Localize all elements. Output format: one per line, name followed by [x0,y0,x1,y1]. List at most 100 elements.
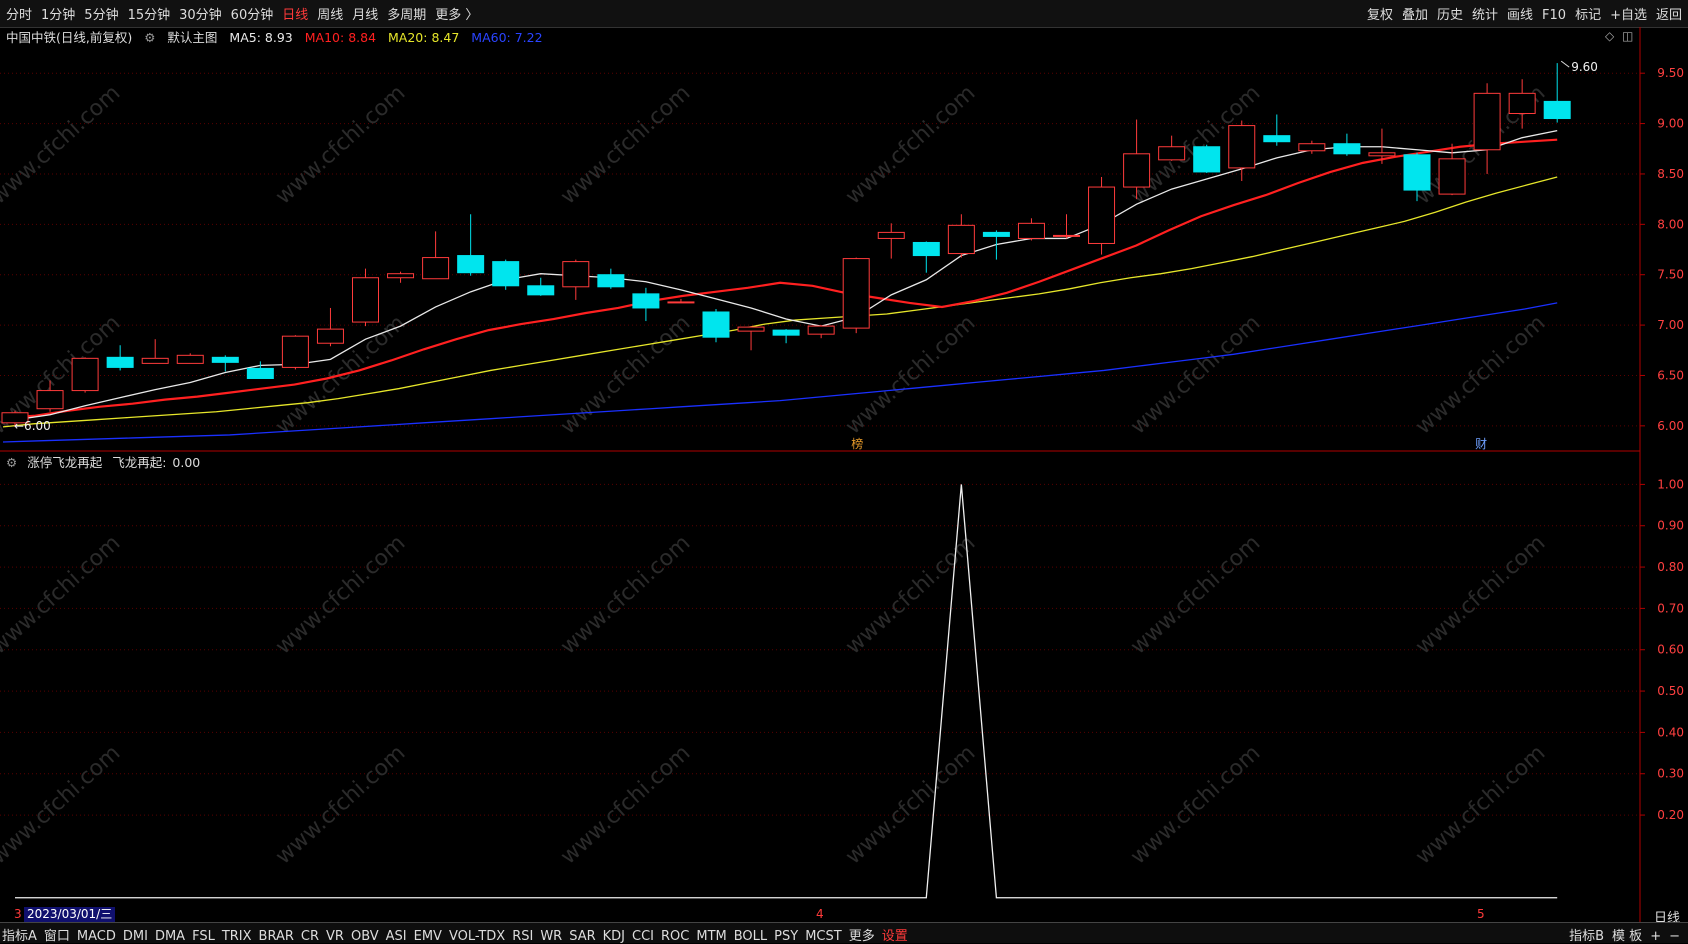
candle [912,241,940,273]
period-tabs: 分时 1分钟 5分钟 15分钟 30分钟 60分钟 日线 周线 月线 多周期 更多 〉 [6,4,487,23]
candle [1,410,29,427]
candle [492,259,520,290]
candle [1053,214,1080,239]
candle [1017,218,1045,241]
tool-button-1[interactable]: 叠加 [1402,8,1428,23]
candle-body-up [176,354,204,364]
candle [807,325,835,339]
period-tab-4[interactable]: 30分钟 [179,8,222,23]
watermark-text: www.cfchi.com [1126,741,1265,870]
candle-body-down [1263,135,1291,143]
ma20-line [2,176,1558,428]
candle [1193,144,1221,173]
candle [36,380,64,412]
watermark-text: www.cfchi.com [556,531,695,660]
candle-body-down [1193,146,1221,173]
tool-button-8[interactable]: 返回 [1656,8,1682,23]
candle-body-down [1543,100,1571,120]
period-tab-9[interactable]: 多周期 [387,8,426,23]
period-tab-0[interactable]: 分时 [6,8,32,23]
candle [1368,128,1396,164]
period-tab-1[interactable]: 1分钟 [41,8,75,23]
stock-title[interactable]: 中国中铁(日线,前复权) [6,30,132,45]
main-indicator-name[interactable]: 默认主图 [167,30,217,45]
window-icon: ◫ [1622,29,1633,43]
high-price-marker: 9.60 [1571,60,1598,74]
tool-button-4[interactable]: 画线 [1507,8,1533,23]
candle [1403,152,1431,202]
watermark-text: www.cfchi.com [1126,311,1265,440]
period-tab-6[interactable]: 日线 [282,8,308,23]
tool-button-6[interactable]: 标记 [1575,8,1601,23]
candle [772,329,800,344]
candle-body-down [632,293,660,309]
candle [1473,83,1501,174]
candle-body-up [316,328,344,344]
fly-dragon-line [15,484,1558,899]
candle-body-up [807,325,835,335]
ma10-label: MA10: [304,30,345,45]
tool-buttons: 复权 叠加 历史 统计 画线 F10 标记 +自选 返回 [1358,4,1682,23]
sub-axis-label: 0.40 [1657,725,1684,739]
candle-body-down [1333,143,1361,155]
candle-body-down [211,356,239,363]
period-tab-3[interactable]: 15分钟 [128,8,171,23]
sub-axis-label: 0.80 [1657,560,1684,574]
candle-body-up [1017,222,1045,239]
tool-button-3[interactable]: 统计 [1472,8,1498,23]
watermark-text: www.cfchi.com [1411,311,1550,440]
candle-body-up [1,412,29,424]
month-tick-4: 4 [816,907,824,921]
tool-button-7[interactable]: +自选 [1610,8,1647,23]
candle [562,259,590,300]
candle-body-up [877,231,905,239]
period-tab-7[interactable]: 周线 [317,8,343,23]
watermark-text: www.cfchi.com [271,531,410,660]
watermark-text: www.cfchi.com [1411,81,1550,210]
main-chart-info: 中国中铁(日线,前复权) ⚙ 默认主图 MA5: 8.93 MA10: 8.84… [6,27,551,45]
watermark-text: www.cfchi.com [556,81,695,210]
main-axis-label: 8.00 [1657,217,1684,231]
candle [947,214,975,258]
sub-settings-icon[interactable]: ⚙ [6,455,17,470]
ma5-label: MA5: [229,30,261,45]
candle-body-up [667,301,695,304]
chart-canvas[interactable]: www.cfchi.com www.cfchi.com www.cfchi.com w… [0,0,1688,942]
candle-body-up [1508,92,1536,114]
candle [1298,140,1326,154]
chart-annotations: ←6.00 9.60 榜 财 ◇ ◫ [14,29,1633,451]
period-tab-10[interactable]: 更多 〉 [435,8,478,23]
sub-axis-label: 0.30 [1657,767,1684,781]
watermark-text: www.cfchi.com [841,531,980,660]
tool-button-2[interactable]: 历史 [1437,8,1463,23]
candle [281,335,309,370]
period-tab-8[interactable]: 月线 [352,8,378,23]
candle [246,361,274,379]
indicator-settings-icon[interactable]: ⚙ [144,30,155,45]
watermark-text: www.cfchi.com [271,741,410,870]
candle-body-down [492,261,520,287]
watermark-text: www.cfchi.com [1411,741,1550,870]
tool-button-0[interactable]: 复权 [1367,8,1393,23]
candle [1263,114,1291,146]
candle [352,268,379,327]
main-axis-label: 7.50 [1657,268,1684,282]
candle-body-down [702,311,730,338]
sub-indicator-name[interactable]: 涨停飞龙再起 [27,455,102,470]
period-tab-2[interactable]: 5分钟 [84,8,118,23]
watermark-text: www.cfchi.com [0,531,125,660]
candle [1158,135,1186,161]
tool-button-5[interactable]: F10 [1542,8,1566,23]
period-tab-5[interactable]: 60分钟 [231,8,274,23]
candle-body-up [71,357,99,392]
watermark-text: www.cfchi.com [1126,81,1265,210]
candle [632,287,660,322]
candle-body-up [1228,125,1256,169]
candle-body-down [457,255,485,274]
candle-body-up [1123,153,1151,188]
candle-body-up [352,277,379,323]
watermark-text: www.cfchi.com [841,311,980,440]
main-axis-label: 6.50 [1657,368,1684,382]
watermark-text: www.cfchi.com [0,81,125,210]
month-tick-3: 3 [14,907,22,921]
